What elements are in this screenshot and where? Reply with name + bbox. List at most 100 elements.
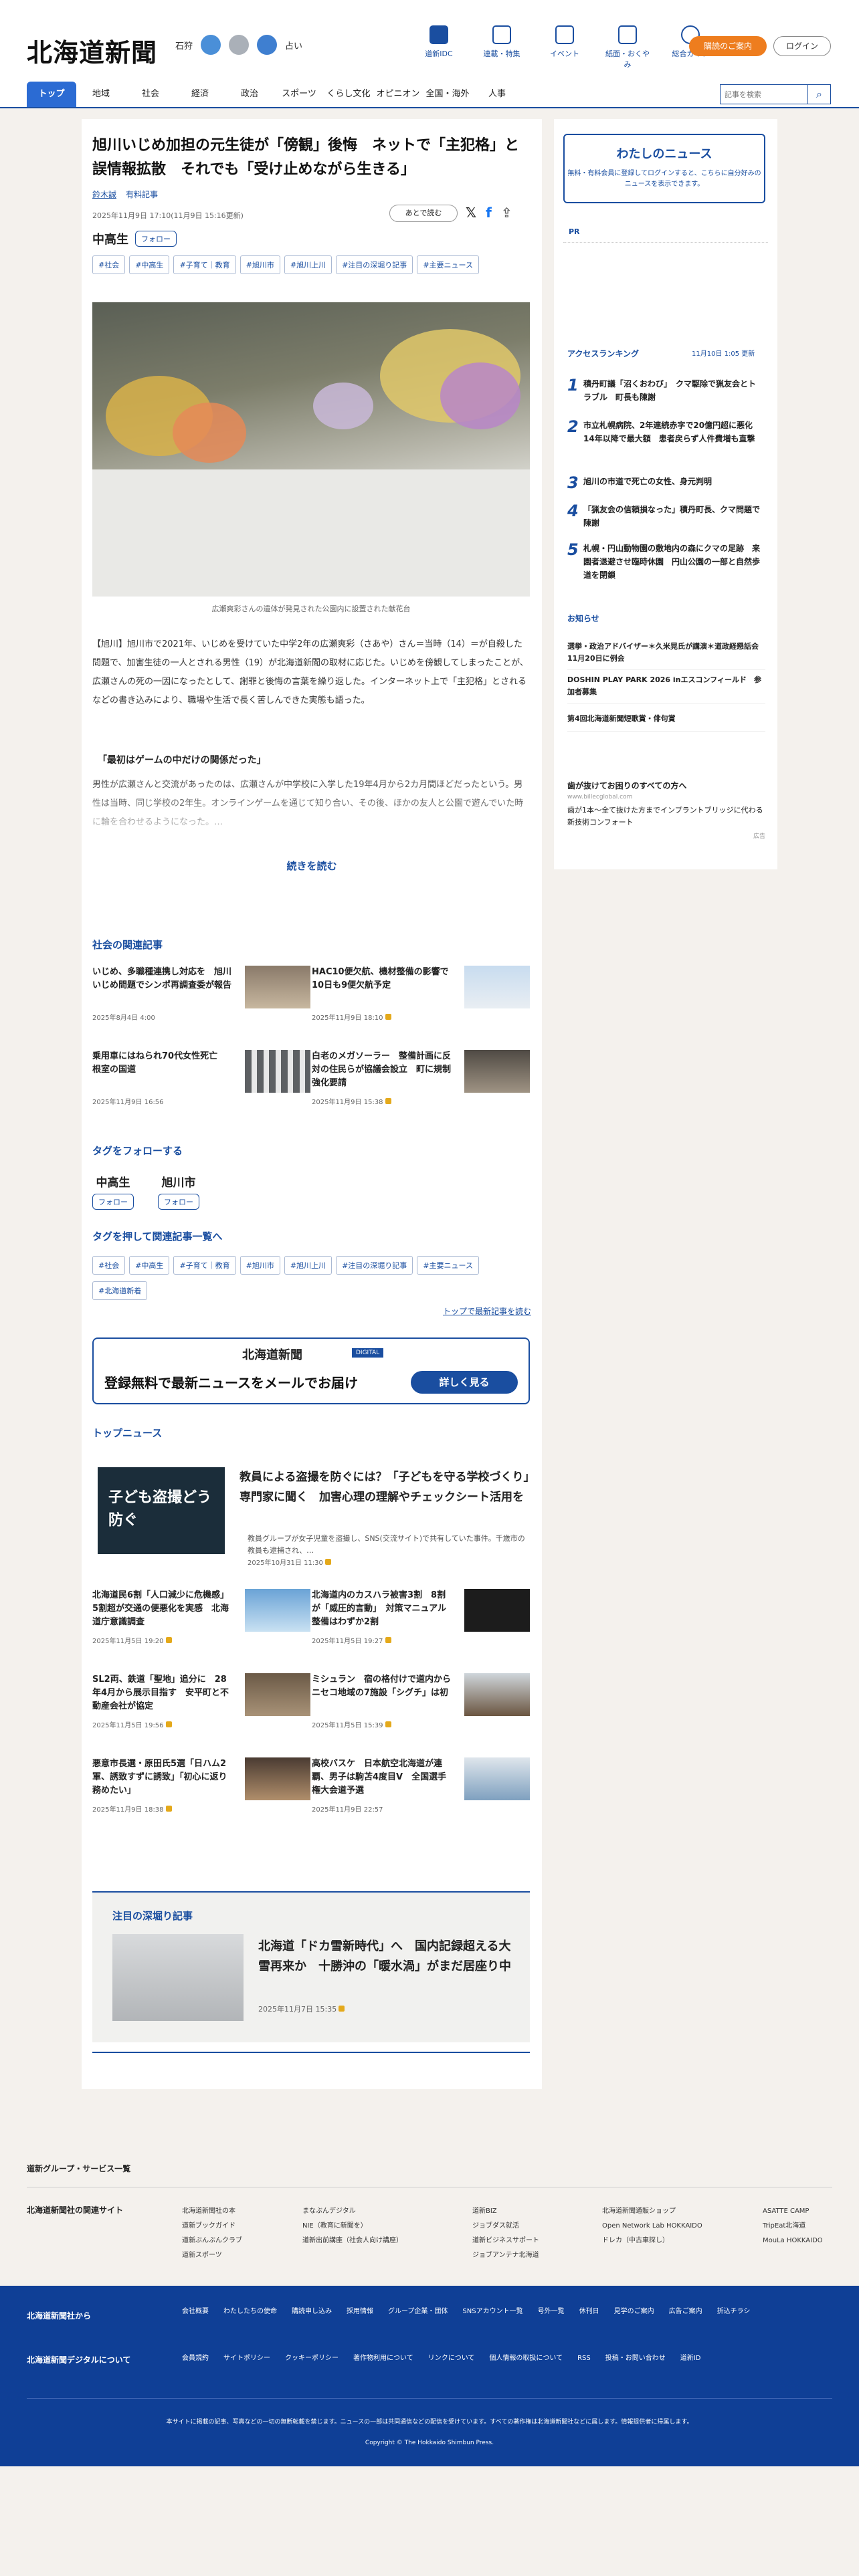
nav-item-society[interactable]: 社会 xyxy=(126,82,175,107)
subscribe-guide-button[interactable]: 購読のご案内 xyxy=(689,36,767,56)
tag[interactable]: #社会 xyxy=(92,1256,126,1275)
notice-item[interactable]: 選挙・政治アドバイザー＊久米晃氏が講演＊道政経懇話会11月20日に例会 xyxy=(567,641,765,670)
top-news-item[interactable]: 悪意市長選・原田氏5選「日ハム2軍、誘致すずに誘致」「初心に返り務めたい」 20… xyxy=(92,1757,310,1814)
weather-widget[interactable]: 石狩 占い xyxy=(175,35,302,55)
top-latest-link[interactable]: トップで最新記事を読む xyxy=(443,1305,531,1317)
notice-item[interactable]: DOSHIN PLAY PARK 2026 inエスコンフィールド 参加者募集 xyxy=(567,674,765,704)
read-later-button[interactable]: あとで読む xyxy=(389,205,458,222)
footer-link[interactable]: 北海道新聞社の本 xyxy=(182,2204,242,2219)
facebook-share-icon[interactable]: f xyxy=(486,205,492,221)
footer-link[interactable]: 会社概要 xyxy=(182,2308,209,2315)
tag[interactable]: #旭川上川 xyxy=(284,255,332,274)
related-item[interactable]: 乗用車にはねられ70代女性死亡 根室の国道 2025年11月9日 16:56 xyxy=(92,1050,310,1106)
footer-link[interactable]: クッキーポリシー xyxy=(285,2355,339,2362)
tag[interactable]: #子育て｜教育 xyxy=(173,1256,236,1275)
related-item[interactable]: 白老のメガソーラー 整備計画に反対の住民らが協議会設立 町に規制強化要請 202… xyxy=(312,1050,530,1106)
group-services-link[interactable]: 道新グループ・サービス一覧 xyxy=(27,2163,130,2174)
header-icon-1[interactable]: 連載・特集 xyxy=(476,25,527,70)
nav-item-politics[interactable]: 政治 xyxy=(225,82,274,107)
featured-title[interactable]: 注目の深堀り記事 xyxy=(112,1909,193,1923)
nav-item-economy[interactable]: 経済 xyxy=(175,82,225,107)
footer-link[interactable]: 休刊日 xyxy=(579,2308,599,2315)
footer-link[interactable]: 著作物利用について xyxy=(353,2355,413,2362)
tag[interactable]: #注目の深堀り記事 xyxy=(336,1256,413,1275)
sidebar-ad[interactable]: 歯が抜けてお困りのすべての方へ www.billecglobal.com 歯が1… xyxy=(567,780,765,840)
footer-link[interactable]: 道新ぶんぶんクラブ xyxy=(182,2234,242,2248)
site-logo[interactable]: 北海道新聞 xyxy=(27,32,157,69)
footer-link[interactable]: 個人情報の取扱について xyxy=(489,2355,563,2362)
read-more-button[interactable]: 続きを読む xyxy=(82,859,542,873)
search-icon[interactable]: ⌕ xyxy=(807,85,830,104)
footer-link[interactable]: 折込チラシ xyxy=(717,2308,751,2315)
footer-link[interactable]: ドレカ（中古車探し） xyxy=(602,2234,702,2248)
top-news-item[interactable]: 北海道民6割「人口減少に危機感」 5割超が交通の便悪化を実感 北海道庁意識調査 … xyxy=(92,1589,310,1645)
email-promo-banner[interactable]: 北海道新聞 DIGITAL 登録無料で最新ニュースをメールでお届け 詳しく見る xyxy=(92,1337,530,1404)
footer-link[interactable]: サイトポリシー xyxy=(223,2355,270,2362)
nav-item-region[interactable]: 地域 xyxy=(76,82,126,107)
top-news-hero-title[interactable]: 教員による盗撮を防ぐには？「子どもを守る学校づくり」専門家に聞く 加害心理の理解… xyxy=(240,1467,534,1507)
related-item[interactable]: HAC10便欠航、機材整備の影響で 10日も9便欠航予定 2025年11月9日 … xyxy=(312,966,530,1022)
top-news-hero-image[interactable]: 子ども盗撮どう防ぐ xyxy=(98,1467,225,1554)
ranking-title[interactable]: アクセスランキング xyxy=(567,348,639,359)
footer-link[interactable]: ジョブアンテナ北海道 xyxy=(472,2248,539,2263)
nav-item-opinion[interactable]: オピニオン xyxy=(373,82,423,107)
footer-link[interactable]: まなぶんデジタル xyxy=(302,2204,403,2219)
notice-title[interactable]: お知らせ xyxy=(567,613,599,624)
nav-item-sports[interactable]: スポーツ xyxy=(274,82,324,107)
footer-link[interactable]: 道新BIZ xyxy=(472,2204,539,2219)
footer-link[interactable]: ジョブダス就活 xyxy=(472,2219,539,2234)
my-news-box[interactable]: わたしのニュース 無料・有料会員に登録してログインすると、こちらに自分好みのニュ… xyxy=(563,134,765,203)
footer-link[interactable]: 採用情報 xyxy=(347,2308,373,2315)
follow-button[interactable]: フォロー xyxy=(135,231,177,247)
footer-link[interactable]: 投稿・お問い合わせ xyxy=(605,2355,666,2362)
footer-link[interactable]: 見学のご案内 xyxy=(614,2308,654,2315)
footer-link[interactable]: 広告ご案内 xyxy=(669,2308,702,2315)
header-icon-0[interactable]: 道新IDC xyxy=(413,25,464,70)
author-link[interactable]: 鈴木誠 xyxy=(92,189,116,200)
search-input[interactable] xyxy=(721,85,807,104)
featured-headline[interactable]: 北海道「ドカ雪新時代」へ 国内記録超える大雪再来か 十勝沖の「暖水渦」がまだ居座… xyxy=(258,1937,519,1977)
footer-link[interactable]: 道新スポーツ xyxy=(182,2248,242,2263)
nav-item-culture[interactable]: くらし文化 xyxy=(324,82,373,107)
footer-link[interactable]: リンクについて xyxy=(428,2355,475,2362)
nav-item-personnel[interactable]: 人事 xyxy=(472,82,522,107)
footer-link[interactable]: RSS xyxy=(577,2355,591,2362)
tag[interactable]: #子育て｜教育 xyxy=(173,255,236,274)
footer-link[interactable]: 道新ブックガイド xyxy=(182,2219,242,2234)
x-share-icon[interactable]: 𝕏 xyxy=(466,205,476,221)
featured-image[interactable] xyxy=(112,1934,244,2021)
share-icon[interactable]: ⇪ xyxy=(501,205,512,221)
tag[interactable]: #主要ニュース xyxy=(417,1256,479,1275)
top-news-item[interactable]: 北海道内のカスハラ被害3割 8割が「威圧的言動」 対策マニュアル整備はわずか2割… xyxy=(312,1589,530,1645)
footer-link[interactable]: 会員規約 xyxy=(182,2355,209,2362)
footer-link[interactable]: SNSアカウント一覧 xyxy=(462,2308,522,2315)
tag[interactable]: #旭川上川 xyxy=(284,1256,332,1275)
footer-link[interactable]: 号外一覧 xyxy=(538,2308,565,2315)
follow-button[interactable]: フォロー xyxy=(92,1194,134,1210)
footer-link[interactable]: わたしたちの使命 xyxy=(223,2308,277,2315)
footer-link[interactable]: MouLa HOKKAIDO xyxy=(763,2234,823,2248)
header-icon-2[interactable]: イベント xyxy=(539,25,590,70)
tag[interactable]: #注目の深堀り記事 xyxy=(336,255,413,274)
follow-button[interactable]: フォロー xyxy=(158,1194,199,1210)
footer-link[interactable]: Open Network Lab HOKKAIDO xyxy=(602,2219,702,2234)
tag[interactable]: #主要ニュース xyxy=(417,255,479,274)
tag[interactable]: #北海道新着 xyxy=(92,1281,148,1300)
top-news-item[interactable]: SL2両、鉄道「聖地」追分に 28年4月から展示目指す 安平町と不動産会社が協定… xyxy=(92,1673,310,1729)
tag[interactable]: #中高生 xyxy=(129,255,170,274)
footer-link[interactable]: TripEat北海道 xyxy=(763,2219,823,2234)
footer-link[interactable]: 道新出前講座（社会人向け講座） xyxy=(302,2234,403,2248)
nav-item-top[interactable]: トップ xyxy=(27,82,76,107)
nav-item-world[interactable]: 全国・海外 xyxy=(423,82,472,107)
related-item[interactable]: いじめ、多職種連携し対応を 旭川いじめ問題でシンポ再調査委が報告 2025年8月… xyxy=(92,966,310,1022)
header-icon-3[interactable]: 紙面・おくやみ xyxy=(602,25,653,70)
tag[interactable]: #旭川市 xyxy=(240,1256,280,1275)
footer-link[interactable]: ASATTE CAMP xyxy=(763,2204,823,2219)
footer-link[interactable]: 北海道新聞通販ショップ xyxy=(602,2204,702,2219)
tag[interactable]: #中高生 xyxy=(129,1256,170,1275)
footer-link[interactable]: NIE（教育に新聞を） xyxy=(302,2219,403,2234)
tag[interactable]: #旭川市 xyxy=(240,255,280,274)
notice-item[interactable]: 第4回北海道新聞短歌賞・俳句賞 xyxy=(567,713,765,732)
footer-link[interactable]: 購読申し込み xyxy=(292,2308,332,2315)
footer-link[interactable]: 道新ID xyxy=(680,2355,701,2362)
